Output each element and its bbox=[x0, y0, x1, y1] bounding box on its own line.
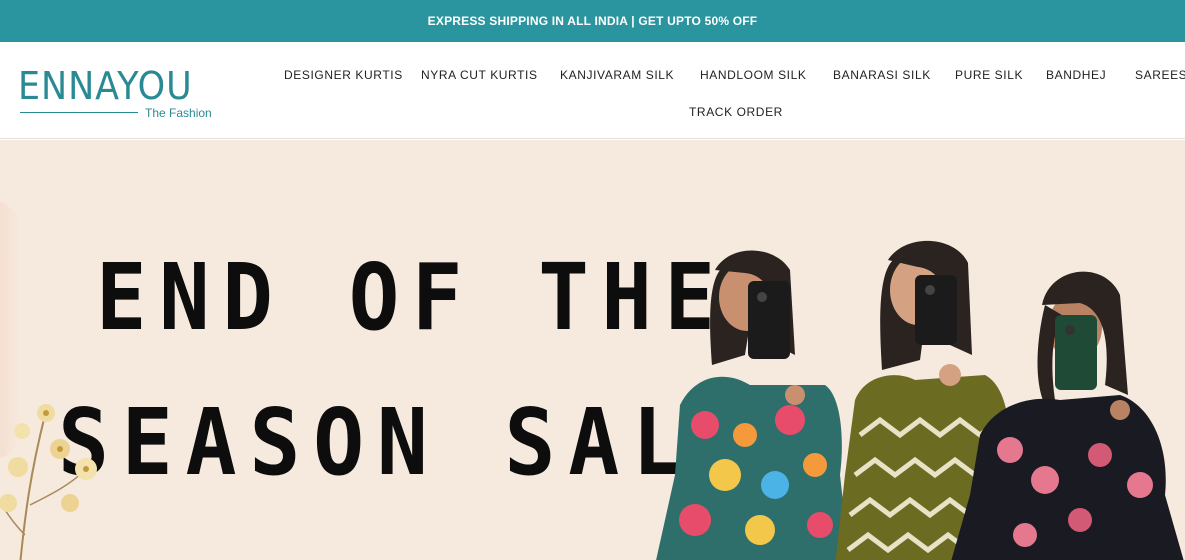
logo-wordmark: ENNAYOU bbox=[18, 64, 193, 108]
nav-item-track-order[interactable]: TRACK ORDER bbox=[689, 105, 783, 119]
logo-underline bbox=[20, 112, 138, 113]
logo-tagline: The Fashion bbox=[145, 106, 212, 120]
site-header: ENNAYOU The Fashion DESIGNER KURTIS NYRA… bbox=[0, 42, 1185, 139]
nav-item-banarasi-silk[interactable]: BANARASI SILK bbox=[833, 68, 931, 82]
hero-headline-line1: END OF THE bbox=[96, 243, 728, 351]
flower-decoration bbox=[0, 404, 97, 560]
nav-item-nyra-cut-kurtis[interactable]: NYRA CUT KURTIS bbox=[421, 68, 538, 82]
nav-item-designer-kurtis[interactable]: DESIGNER KURTIS bbox=[284, 68, 403, 82]
nav-item-sarees[interactable]: SAREES bbox=[1135, 68, 1185, 82]
model-left bbox=[656, 250, 850, 560]
models-photo bbox=[656, 240, 1184, 560]
nav-item-pure-silk[interactable]: PURE SILK bbox=[955, 68, 1023, 82]
nav-item-handloom-silk[interactable]: HANDLOOM SILK bbox=[700, 68, 807, 82]
announcement-bar: EXPRESS SHIPPING IN ALL INDIA | GET UPTO… bbox=[0, 0, 1185, 42]
nav-item-bandhej[interactable]: BANDHEJ bbox=[1046, 68, 1106, 82]
hero-banner[interactable]: END OF THE SEASON SALE bbox=[0, 140, 1185, 560]
site-logo[interactable]: ENNAYOU The Fashion bbox=[18, 66, 218, 122]
announcement-text: EXPRESS SHIPPING IN ALL INDIA | GET UPTO… bbox=[427, 14, 758, 28]
nav-item-kanjivaram-silk[interactable]: KANJIVARAM SILK bbox=[560, 68, 674, 82]
